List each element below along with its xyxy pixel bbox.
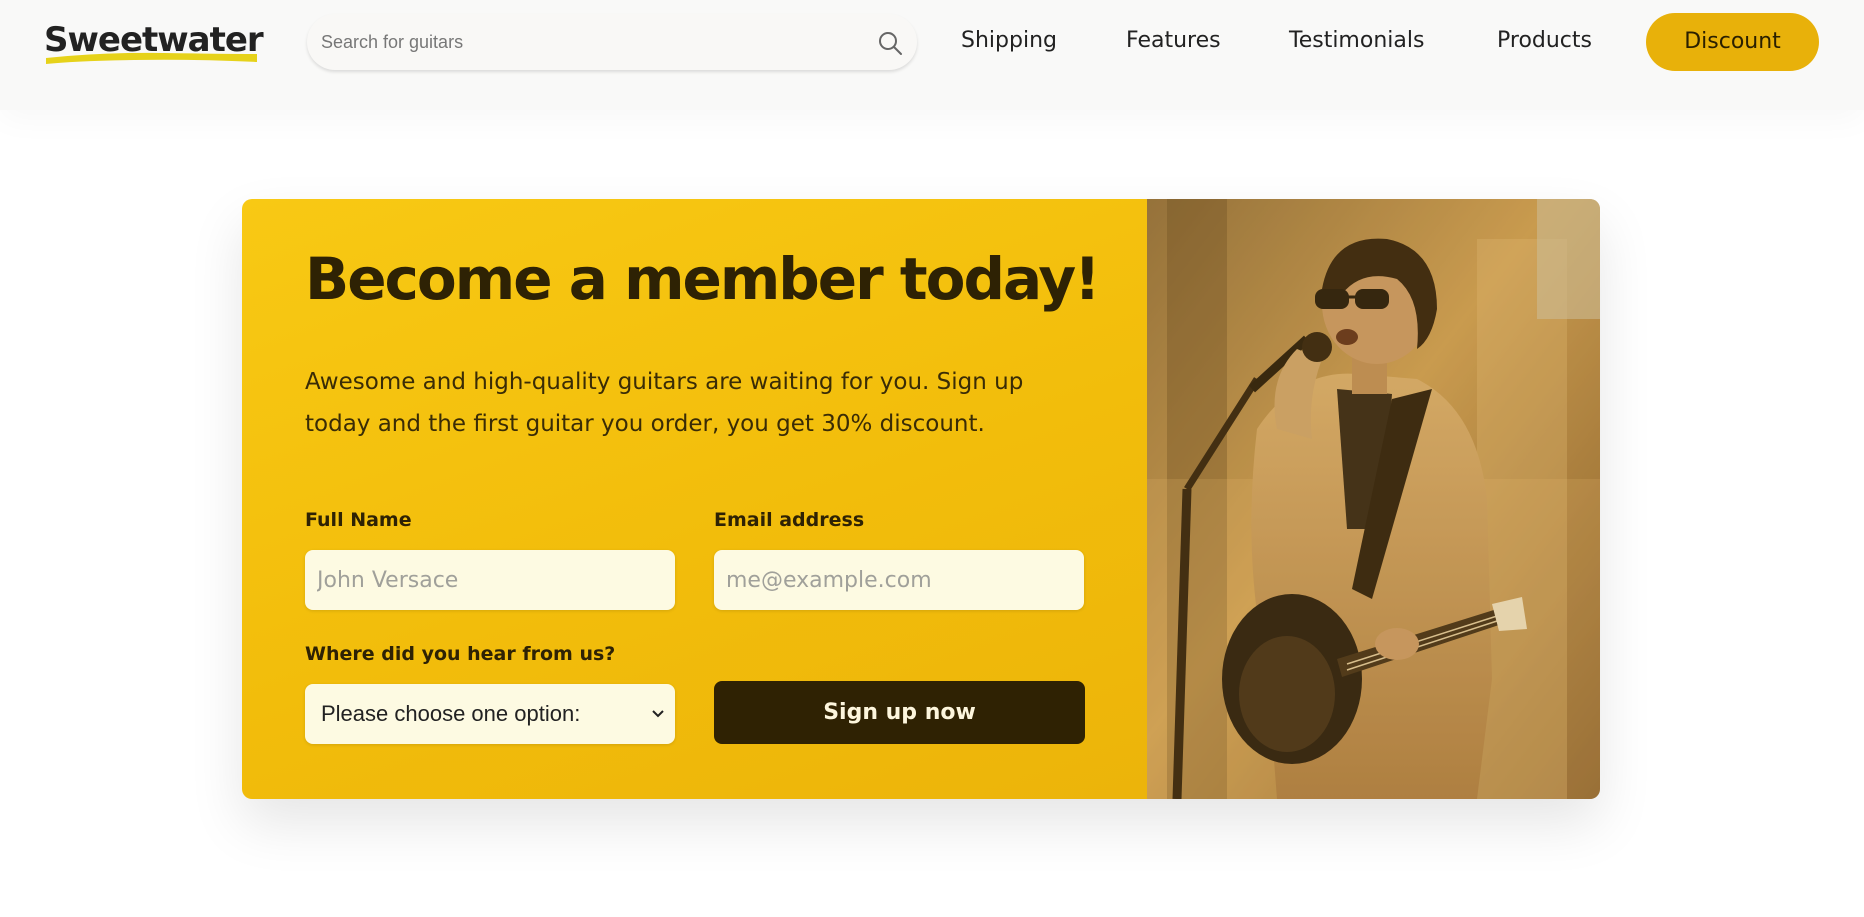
search-bar — [307, 14, 917, 70]
source-label: Where did you hear from us? — [305, 643, 616, 665]
site-header: Sweetwater Shipping Features Testimonial… — [0, 0, 1864, 110]
signup-button[interactable]: Sign up now — [714, 681, 1085, 744]
logo-underline-swoosh — [46, 52, 257, 64]
signup-card: Become a member today! Awesome and high-… — [242, 199, 1600, 799]
chevron-down-icon — [652, 710, 664, 718]
discount-button[interactable]: Discount — [1646, 13, 1819, 71]
guitarist-photo-illustration — [1147, 199, 1600, 799]
guitarist-photo — [1147, 199, 1600, 799]
source-select-value: Please choose one option: — [321, 701, 581, 726]
search-icon[interactable] — [877, 30, 903, 56]
full-name-input[interactable] — [305, 550, 675, 610]
nav-link-testimonials[interactable]: Testimonials — [1289, 28, 1424, 53]
nav-link-shipping[interactable]: Shipping — [961, 28, 1057, 53]
page-title: Become a member today! — [305, 245, 1101, 313]
search-input[interactable] — [321, 14, 861, 70]
nav-link-products[interactable]: Products — [1497, 28, 1592, 53]
email-input[interactable] — [714, 550, 1084, 610]
source-select[interactable]: Please choose one option: — [305, 684, 675, 744]
nav-link-features[interactable]: Features — [1126, 28, 1221, 53]
email-label: Email address — [714, 509, 865, 531]
hero-subtitle: Awesome and high-quality guitars are wai… — [305, 369, 1024, 437]
full-name-label: Full Name — [305, 509, 412, 531]
signup-form-panel: Become a member today! Awesome and high-… — [242, 199, 1147, 799]
